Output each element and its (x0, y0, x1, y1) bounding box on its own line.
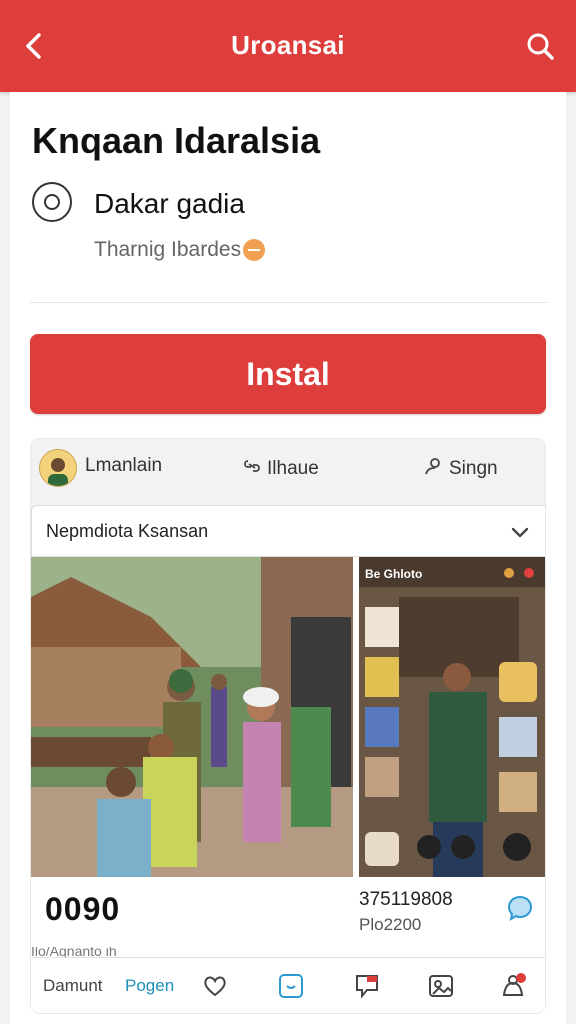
category-dropdown[interactable]: Nepmdiota Ksansan (31, 505, 545, 557)
media-gallery[interactable]: Be Ghloto (31, 557, 545, 877)
screenshot-overlay-label: Be Ghloto (365, 567, 423, 581)
page-title: Uroansai (231, 30, 345, 60)
install-button[interactable]: Instal (30, 334, 546, 414)
app-detail-sheet: Knqaan Idaralsia Dakar gadia Tharnig Iba… (10, 92, 566, 1024)
avatar[interactable] (39, 449, 77, 487)
chevron-down-icon[interactable] (508, 520, 532, 544)
image-person-icon[interactable] (425, 970, 457, 1002)
tab-row: Lmanlain Ilhaue Singn (31, 439, 545, 503)
top-app-bar: Uroansai (0, 0, 576, 92)
details-panel: Lmanlain Ilhaue Singn Nepmdiota Ksansan (30, 438, 546, 1014)
bottom-label-damunt[interactable]: Damunt (43, 976, 103, 996)
bottom-bar: Damunt Pogen (31, 957, 545, 1013)
comment-flag-icon[interactable] (351, 970, 383, 1002)
tab-ilhaue[interactable]: Ilhaue (241, 455, 319, 483)
tab-label: Singn (449, 458, 498, 479)
tab-label: Lmanlain (85, 455, 163, 476)
divider (30, 302, 548, 303)
app-subline: Tharnig Ibardes (94, 238, 266, 262)
heart-icon[interactable] (199, 970, 231, 1002)
tab-singn[interactable]: Singn (423, 455, 498, 483)
bottom-label-pogen[interactable]: Pogen (125, 976, 174, 996)
stats-row: 0090 375119808 Plo2200 (31, 877, 545, 948)
chat-square-icon[interactable] (275, 970, 307, 1002)
app-screenshot[interactable]: Be Ghloto (359, 557, 545, 877)
dropdown-value: Nepmdiota Ksansan (46, 521, 209, 541)
search-icon[interactable] (522, 28, 558, 64)
subline-text: Tharnig Ibardes (94, 238, 242, 261)
village-photo[interactable] (31, 557, 353, 877)
developer-name[interactable]: Dakar gadia (94, 188, 245, 220)
notification-person-icon[interactable] (497, 970, 529, 1002)
person-icon (423, 455, 445, 483)
stats-sub: Plo2200 (359, 915, 422, 934)
chat-bubble-icon[interactable] (505, 893, 535, 923)
tab-lmanlain[interactable]: Lmanlain (85, 455, 162, 477)
stats-number: 375119808 (359, 889, 453, 910)
tab-label: Ilhaue (267, 458, 319, 479)
link-icon (241, 455, 263, 483)
minus-badge-icon (243, 239, 266, 261)
truncated-text: Ilo/Agnanto ih (31, 947, 545, 957)
developer-circle-icon[interactable] (32, 182, 72, 222)
app-title: Knqaan Idaralsia (32, 120, 321, 161)
download-count: 0090 (45, 891, 121, 927)
